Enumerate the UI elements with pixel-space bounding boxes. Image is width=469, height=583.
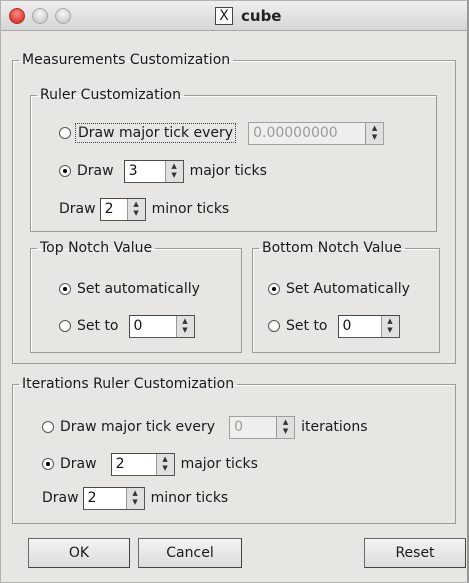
iter-every-label[interactable]: Draw major tick every <box>60 419 215 435</box>
spin-down-icon[interactable]: ▼ <box>132 498 137 507</box>
cancel-button[interactable]: Cancel <box>138 538 242 568</box>
top-notch-spinbox[interactable]: ▲ ▼ <box>128 314 195 338</box>
ruler-major-spinbox[interactable]: ▲ ▼ <box>123 159 184 183</box>
iter-every-suffix: iterations <box>301 419 368 435</box>
iter-draw-major-row: Draw ▲ ▼ major ticks <box>42 452 258 476</box>
window-title: cube <box>241 7 282 25</box>
iter-major-suffix: major ticks <box>180 456 258 472</box>
iter-minor-spinbox[interactable]: ▲ ▼ <box>82 486 145 510</box>
iter-minor-suffix: minor ticks <box>150 490 229 506</box>
iter-minor-input[interactable] <box>83 487 126 509</box>
top-notch-legend: Top Notch Value <box>40 240 153 256</box>
bottom-notch-auto-radio[interactable] <box>268 283 280 295</box>
top-notch-setto-radio[interactable] <box>59 320 71 332</box>
spin-up-icon[interactable]: ▲ <box>372 124 377 133</box>
ruler-draw-major-row: Draw ▲ ▼ major ticks <box>59 159 267 183</box>
iter-minor-prefix: Draw <box>42 490 79 506</box>
spin-down-icon[interactable]: ▼ <box>182 326 187 335</box>
bottom-notch-setto-radio[interactable] <box>268 320 280 332</box>
ruler-draw-radio[interactable] <box>59 165 71 177</box>
ruler-draw-minor-row: Draw ▲ ▼ minor ticks <box>59 197 229 221</box>
top-notch-auto-radio[interactable] <box>59 283 71 295</box>
ruler-major-spin-buttons[interactable]: ▲ ▼ <box>164 160 183 182</box>
spin-up-icon[interactable]: ▲ <box>162 455 167 464</box>
ruler-every-spinbox[interactable]: ▲ ▼ <box>248 121 385 145</box>
top-notch-auto-label[interactable]: Set automatically <box>77 281 200 297</box>
top-notch-input[interactable] <box>129 315 176 337</box>
ruler-every-radio[interactable] <box>59 127 71 139</box>
ruler-draw-label[interactable]: Draw <box>77 163 114 179</box>
iter-major-spin-buttons[interactable]: ▲ ▼ <box>155 453 174 475</box>
ruler-minor-input[interactable] <box>100 198 127 220</box>
spin-up-icon[interactable]: ▲ <box>132 489 137 498</box>
spin-up-icon[interactable]: ▲ <box>171 162 176 171</box>
ruler-every-input[interactable] <box>249 122 366 144</box>
close-window-button[interactable] <box>9 8 25 24</box>
measurements-legend: Measurements Customization <box>22 52 231 68</box>
title-bar: X cube <box>1 1 467 31</box>
spin-up-icon[interactable]: ▲ <box>133 200 138 209</box>
top-notch-spin-buttons[interactable]: ▲ ▼ <box>175 315 194 337</box>
iter-draw-label[interactable]: Draw <box>60 456 97 472</box>
spin-down-icon[interactable]: ▼ <box>372 133 377 142</box>
ruler-minor-prefix: Draw <box>59 201 96 217</box>
iterations-legend: Iterations Ruler Customization <box>22 376 235 392</box>
bottom-notch-spinbox[interactable]: ▲ ▼ <box>337 314 400 338</box>
ok-button[interactable]: OK <box>28 538 130 568</box>
iter-draw-radio[interactable] <box>42 458 54 470</box>
ruler-legend: Ruler Customization <box>40 87 181 103</box>
spin-up-icon[interactable]: ▲ <box>283 418 288 427</box>
bottom-notch-spin-buttons[interactable]: ▲ ▼ <box>380 315 399 337</box>
bottom-notch-setto-label[interactable]: Set to <box>286 318 328 334</box>
bottom-notch-auto-label[interactable]: Set Automatically <box>286 281 410 297</box>
spin-down-icon[interactable]: ▼ <box>283 427 288 436</box>
ruler-minor-spinbox[interactable]: ▲ ▼ <box>99 197 146 221</box>
ruler-major-suffix: major ticks <box>189 163 267 179</box>
ruler-every-row: Draw major tick every ▲ ▼ <box>59 121 390 145</box>
top-notch-auto-row: Set automatically <box>59 277 200 301</box>
reset-button[interactable]: Reset <box>364 538 466 568</box>
bottom-notch-input[interactable] <box>338 315 381 337</box>
iter-every-input[interactable] <box>230 416 277 438</box>
ruler-every-label[interactable]: Draw major tick every <box>74 123 237 143</box>
iter-minor-spin-buttons[interactable]: ▲ ▼ <box>125 487 144 509</box>
iter-every-row: Draw major tick every ▲ ▼ iterations <box>42 415 368 439</box>
ruler-minor-spin-buttons[interactable]: ▲ ▼ <box>126 198 145 220</box>
spin-up-icon[interactable]: ▲ <box>387 317 392 326</box>
spin-up-icon[interactable]: ▲ <box>182 317 187 326</box>
minimize-window-button[interactable] <box>32 8 48 24</box>
window-title-group: X cube <box>215 7 281 25</box>
ruler-every-spin-buttons[interactable]: ▲ ▼ <box>365 122 384 144</box>
dialog-window: X cube Measurements Customization Ruler … <box>0 0 469 583</box>
iter-major-input[interactable] <box>111 453 156 475</box>
iter-every-radio[interactable] <box>42 421 54 433</box>
top-notch-setto-label[interactable]: Set to <box>77 318 119 334</box>
top-notch-setto-row: Set to ▲ ▼ <box>59 314 201 338</box>
bottom-notch-legend: Bottom Notch Value <box>262 240 402 256</box>
iter-draw-minor-row: Draw ▲ ▼ minor ticks <box>42 486 228 510</box>
bottom-notch-setto-row: Set to ▲ ▼ <box>268 314 406 338</box>
x11-app-icon: X <box>215 7 233 25</box>
spin-down-icon[interactable]: ▼ <box>162 464 167 473</box>
ruler-major-input[interactable] <box>124 160 165 182</box>
iter-every-spin-buttons[interactable]: ▲ ▼ <box>276 416 295 438</box>
spin-down-icon[interactable]: ▼ <box>133 209 138 218</box>
ruler-minor-suffix: minor ticks <box>151 201 230 217</box>
iter-every-spinbox[interactable]: ▲ ▼ <box>229 415 296 439</box>
maximize-window-button[interactable] <box>55 8 71 24</box>
spin-down-icon[interactable]: ▼ <box>387 326 392 335</box>
bottom-notch-auto-row: Set Automatically <box>268 277 410 301</box>
spin-down-icon[interactable]: ▼ <box>171 171 176 180</box>
iter-major-spinbox[interactable]: ▲ ▼ <box>110 452 175 476</box>
